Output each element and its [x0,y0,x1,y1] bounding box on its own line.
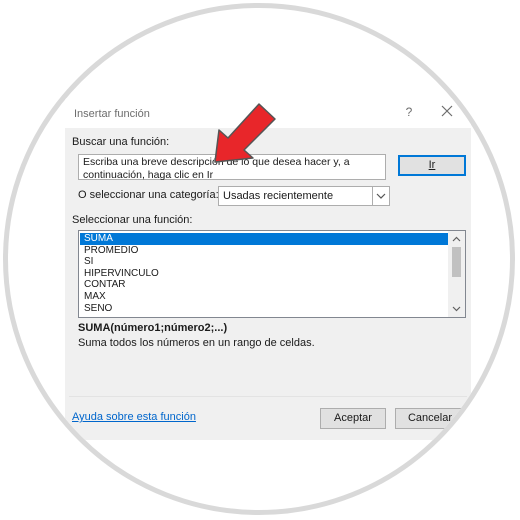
ok-button[interactable]: Aceptar [320,408,386,429]
category-value: Usadas recientemente [223,190,334,202]
function-list-item[interactable]: CONTAR [80,279,448,291]
function-description: Suma todos los números en un rango de ce… [78,337,315,349]
go-button[interactable]: Ir [398,155,466,176]
function-list-item[interactable]: PROMEDIO [80,245,448,257]
close-button[interactable] [439,103,455,119]
search-label: Buscar una función: [72,136,170,148]
function-list-item[interactable]: MAX [80,291,448,303]
scroll-up-icon[interactable] [451,234,462,245]
function-list-item[interactable]: SENO [80,303,448,315]
function-list-label: Seleccionar una función: [72,214,193,226]
chevron-down-icon [376,193,386,199]
close-icon [441,105,453,117]
function-list-item[interactable]: HIPERVINCULO [80,268,448,280]
circular-frame: Insertar función ? Buscar una función: E… [3,3,515,515]
function-list-scrollbar[interactable] [448,231,465,317]
category-dropdown-button[interactable] [372,187,389,205]
scroll-down-icon[interactable] [451,303,462,314]
scrollbar-thumb[interactable] [452,247,461,277]
red-arrow-icon [214,103,276,163]
help-button[interactable]: ? [403,105,415,119]
help-link[interactable]: Ayuda sobre esta función [72,411,196,423]
category-label: O seleccionar una categoría: [78,189,219,201]
function-list-item[interactable]: SUMA [80,233,448,245]
dialog-title: Insertar función [74,108,150,120]
function-list[interactable]: SUMA PROMEDIO SI HIPERVINCULO CONTAR MAX SENO [78,230,466,318]
function-list-items: SUMA PROMEDIO SI HIPERVINCULO CONTAR MAX SENO [80,233,448,314]
cancel-button[interactable]: Cancelar [395,408,465,429]
category-select[interactable]: Usadas recientemente [218,186,390,206]
divider [69,396,467,397]
function-list-item[interactable]: SI [80,256,448,268]
function-syntax: SUMA(número1;número2;...) [78,322,228,334]
